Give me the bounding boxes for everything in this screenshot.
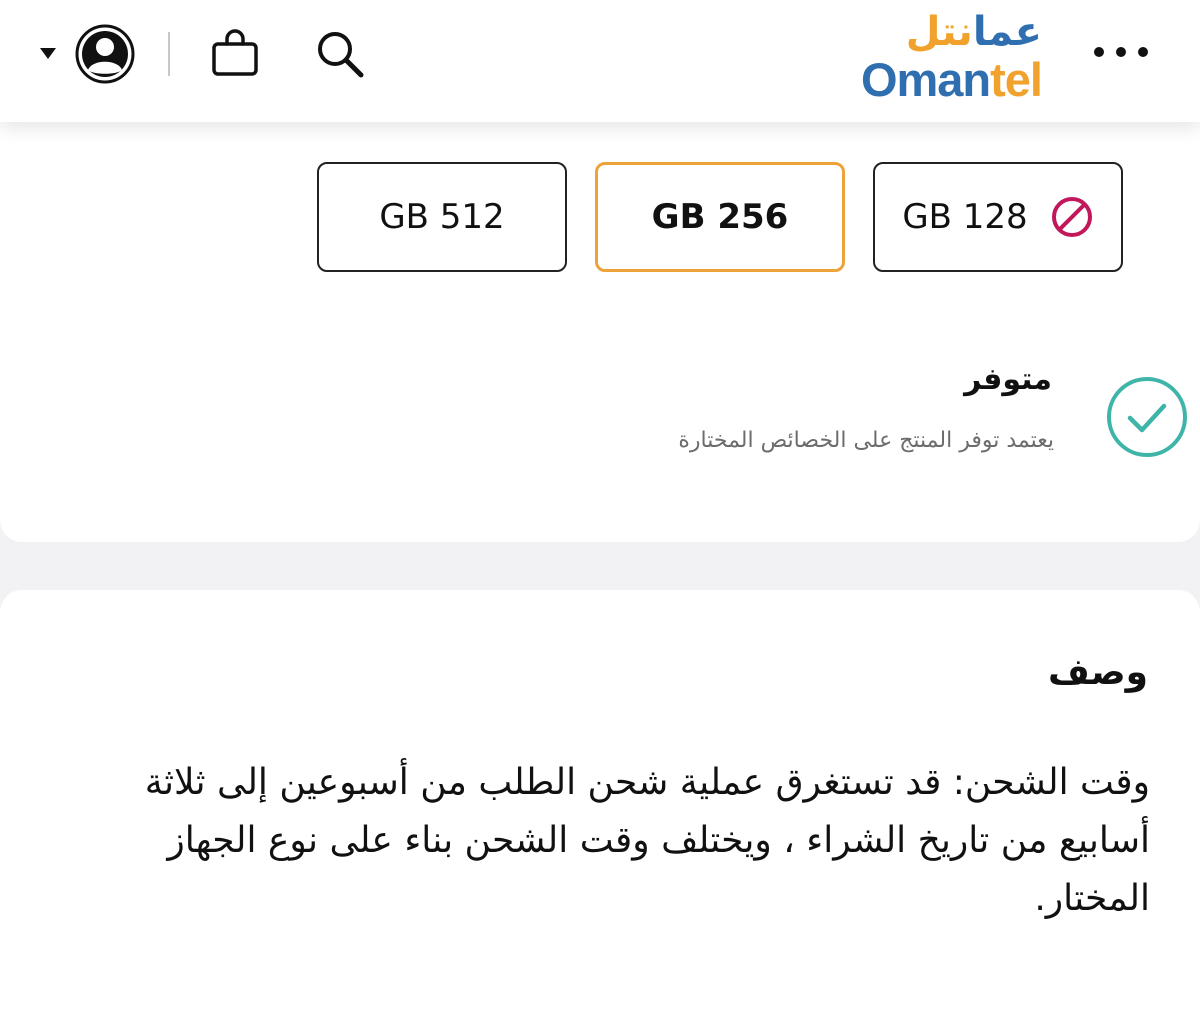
search-icon[interactable] bbox=[312, 26, 368, 82]
logo-arabic-text: عمانتل bbox=[905, 9, 1042, 55]
storage-option-512[interactable]: GB 512 bbox=[317, 162, 567, 272]
storage-option-label: GB 256 bbox=[651, 197, 789, 237]
user-avatar-icon[interactable] bbox=[74, 23, 136, 85]
description-body: وقت الشحن: قد تستغرق عملية شحن الطلب من … bbox=[144, 762, 1150, 919]
omantel-logo[interactable]: عمانتل Omantel bbox=[850, 4, 1050, 106]
top-header: عمانتل Omantel bbox=[0, 0, 1200, 122]
description-title: وصف bbox=[1047, 652, 1148, 693]
shopping-bag-icon[interactable] bbox=[208, 26, 262, 80]
more-options-icon[interactable] bbox=[1092, 44, 1156, 60]
dropdown-caret-icon[interactable] bbox=[40, 48, 56, 59]
storage-option-label: GB 128 bbox=[902, 197, 1028, 237]
storage-option-256[interactable]: GB 256 bbox=[595, 162, 845, 272]
availability-note: يعتمد توفر المنتج على الخصائص المختارة bbox=[678, 428, 1054, 453]
storage-option-128[interactable]: GB 128 bbox=[873, 162, 1123, 272]
header-divider bbox=[168, 32, 170, 76]
check-circle-icon bbox=[1107, 377, 1187, 457]
logo-english-text: Omantel bbox=[860, 53, 1043, 106]
unavailable-icon bbox=[1051, 197, 1092, 237]
availability-status: متوفر bbox=[964, 362, 1052, 397]
storage-option-label: GB 512 bbox=[379, 197, 505, 237]
